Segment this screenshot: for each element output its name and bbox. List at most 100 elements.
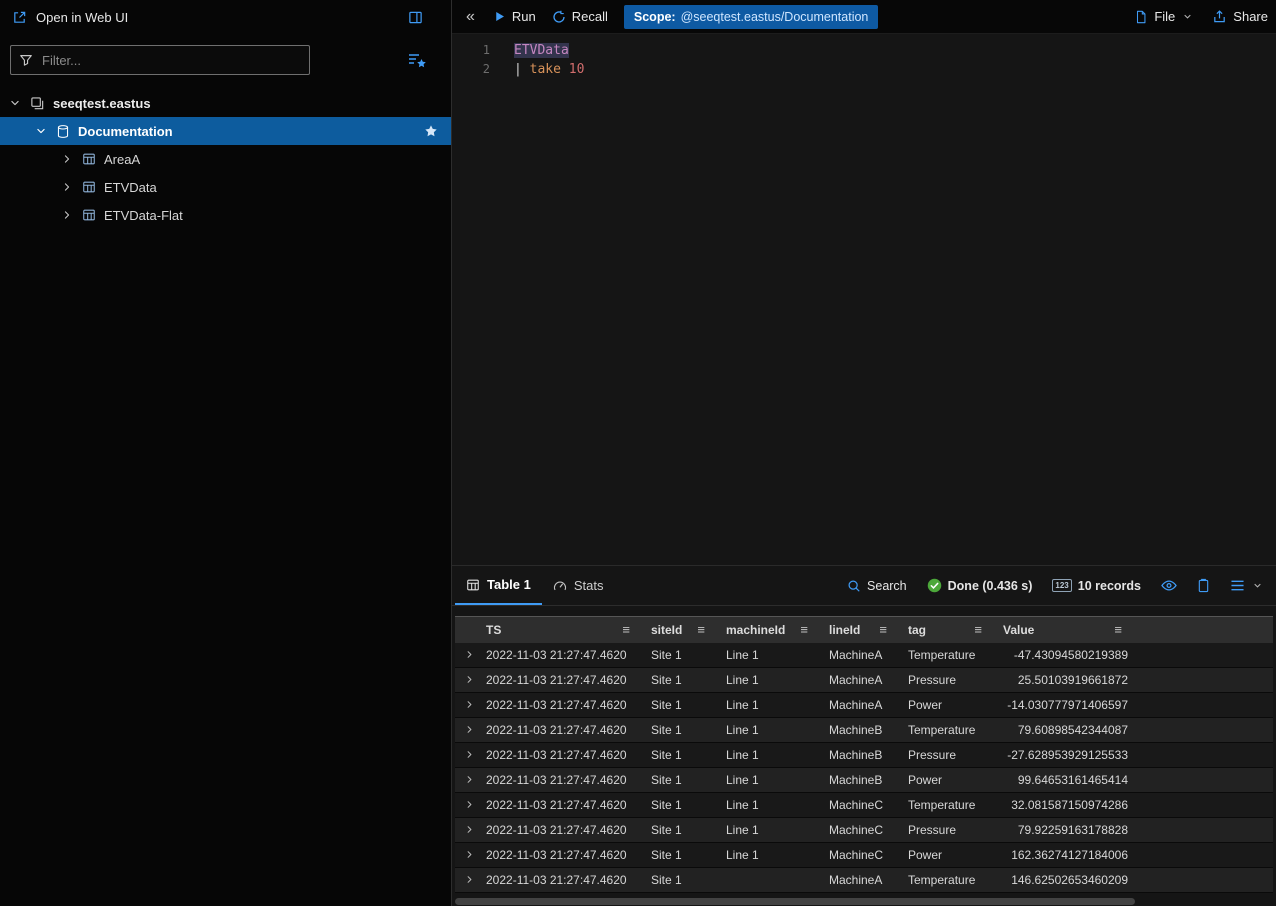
cell-value: 162.36274127184006 xyxy=(1000,843,1140,868)
chevron-right-icon[interactable] xyxy=(62,182,74,192)
column-menu-icon[interactable]: ≡ xyxy=(622,622,630,637)
results-grid: TS≡siteId≡machineId≡lineId≡tag≡Value≡ 20… xyxy=(455,616,1276,893)
scrollbar-thumb[interactable] xyxy=(455,898,1135,905)
row-filler xyxy=(1140,668,1273,693)
share-button[interactable]: Share xyxy=(1212,9,1268,24)
cell-machineid: Line 1 xyxy=(723,718,826,743)
chevron-right-icon[interactable] xyxy=(62,154,74,164)
results-panel: Table 1 Stats Search xyxy=(452,565,1276,906)
cell-tag: Power xyxy=(905,768,1000,793)
row-expand-icon[interactable] xyxy=(465,675,474,684)
recall-button[interactable]: Recall xyxy=(552,9,608,24)
chevron-right-icon[interactable] xyxy=(62,210,74,220)
column-header-value[interactable]: Value≡ xyxy=(1000,617,1140,643)
query-editor[interactable]: 1 ETVData 2 | take 10 xyxy=(452,34,1276,565)
column-header-tag[interactable]: tag≡ xyxy=(905,617,1000,643)
tree-tables: AreaA ETVData ETVData-Flat xyxy=(0,145,451,229)
open-external-icon xyxy=(12,10,27,25)
preview-eye-button[interactable] xyxy=(1161,579,1177,592)
open-in-web-ui-button[interactable]: Open in Web UI xyxy=(36,10,128,25)
column-menu-icon[interactable]: ≡ xyxy=(800,622,808,637)
play-icon xyxy=(493,10,506,23)
cell-lineid: MachineB xyxy=(826,768,905,793)
token-keyword: take xyxy=(530,62,569,77)
cell-value: -47.43094580219389 xyxy=(1000,643,1140,668)
file-menu-button[interactable]: File xyxy=(1134,9,1192,24)
row-expand-icon[interactable] xyxy=(465,800,474,809)
copy-clipboard-button[interactable] xyxy=(1197,578,1210,593)
column-header-machineid[interactable]: machineId≡ xyxy=(723,617,826,643)
token-number: 10 xyxy=(569,62,585,77)
tab-stats[interactable]: Stats xyxy=(542,566,615,605)
cluster-label: seeqtest.eastus xyxy=(53,96,151,111)
tree-item-table[interactable]: ETVData xyxy=(0,173,451,201)
cell-value: 79.92259163178828 xyxy=(1000,818,1140,843)
row-filler xyxy=(1140,768,1273,793)
chevron-down-icon xyxy=(1183,12,1192,21)
tree-item-database-selected[interactable]: Documentation xyxy=(0,117,451,145)
table-row[interactable]: 2022-11-03 21:27:47.4620 Site 1 Line 1 M… xyxy=(455,718,1273,743)
filter-input[interactable] xyxy=(40,52,301,69)
column-menu-icon[interactable]: ≡ xyxy=(879,622,887,637)
row-filler xyxy=(1140,868,1273,893)
cell-siteid: Site 1 xyxy=(648,768,723,793)
row-expand-cell xyxy=(455,868,483,893)
favorite-star-icon[interactable] xyxy=(424,124,438,138)
split-panel-icon[interactable] xyxy=(408,10,423,25)
row-expand-icon[interactable] xyxy=(465,750,474,759)
run-button[interactable]: Run xyxy=(493,9,536,24)
row-expand-icon[interactable] xyxy=(465,775,474,784)
table-row[interactable]: 2022-11-03 21:27:47.4620 Site 1 Line 1 M… xyxy=(455,693,1273,718)
search-button[interactable]: Search xyxy=(847,579,907,593)
connection-sidebar: Open in Web UI xyxy=(0,0,452,906)
cell-ts: 2022-11-03 21:27:47.4620 xyxy=(483,693,648,718)
column-menu-icon[interactable]: ≡ xyxy=(974,622,982,637)
row-expand-icon[interactable] xyxy=(465,650,474,659)
table-row[interactable]: 2022-11-03 21:27:47.4620 Site 1 Line 1 M… xyxy=(455,668,1273,693)
table-row[interactable]: 2022-11-03 21:27:47.4620 Site 1 Line 1 M… xyxy=(455,793,1273,818)
view-options-button[interactable] xyxy=(1230,579,1262,592)
row-expand-icon[interactable] xyxy=(465,700,474,709)
tree-item-label: ETVData-Flat xyxy=(104,208,183,223)
column-menu-icon[interactable]: ≡ xyxy=(697,622,705,637)
chevron-down-icon xyxy=(1253,581,1262,590)
cell-lineid: MachineC xyxy=(826,843,905,868)
table-row[interactable]: 2022-11-03 21:27:47.4620 Site 1 Line 1 M… xyxy=(455,843,1273,868)
gauge-icon xyxy=(553,579,567,593)
cell-lineid: MachineC xyxy=(826,793,905,818)
row-expand-icon[interactable] xyxy=(465,875,474,884)
scope-selector[interactable]: Scope: @seeqtest.eastus/Documentation xyxy=(624,5,878,29)
query-status: Done (0.436 s) xyxy=(927,578,1033,593)
column-header-lineid[interactable]: lineId≡ xyxy=(826,617,905,643)
column-header-siteid[interactable]: siteId≡ xyxy=(648,617,723,643)
tree-item-cluster[interactable]: seeqtest.eastus xyxy=(0,89,451,117)
table-row[interactable]: 2022-11-03 21:27:47.4620 Site 1 Line 1 M… xyxy=(455,768,1273,793)
column-menu-icon[interactable]: ≡ xyxy=(1114,622,1122,637)
cell-siteid: Site 1 xyxy=(648,693,723,718)
chevron-down-icon[interactable] xyxy=(10,98,22,108)
favorites-filter-icon[interactable] xyxy=(407,51,427,69)
table-row[interactable]: 2022-11-03 21:27:47.4620 Site 1 Line 1 M… xyxy=(455,818,1273,843)
table-row[interactable]: 2022-11-03 21:27:47.4620 Site 1 Line 1 M… xyxy=(455,643,1273,668)
row-expand-icon[interactable] xyxy=(465,825,474,834)
cell-machineid: Line 1 xyxy=(723,743,826,768)
funnel-icon xyxy=(19,53,33,67)
row-expand-icon[interactable] xyxy=(465,850,474,859)
cell-tag: Temperature xyxy=(905,868,1000,893)
tree-item-table[interactable]: ETVData-Flat xyxy=(0,201,451,229)
row-expand-cell xyxy=(455,668,483,693)
cell-ts: 2022-11-03 21:27:47.4620 xyxy=(483,718,648,743)
app-root: Open in Web UI xyxy=(0,0,1276,906)
column-header-ts[interactable]: TS≡ xyxy=(483,617,648,643)
row-filler xyxy=(1140,843,1273,868)
table-icon xyxy=(82,208,96,222)
tree-item-table[interactable]: AreaA xyxy=(0,145,451,173)
chevron-down-icon[interactable] xyxy=(36,126,48,136)
collapse-panel-button[interactable]: « xyxy=(466,9,475,25)
tab-table-1[interactable]: Table 1 xyxy=(455,566,542,605)
row-expand-icon[interactable] xyxy=(465,725,474,734)
token-pipe: | xyxy=(514,62,530,77)
scope-label: Scope: xyxy=(634,10,676,24)
table-row[interactable]: 2022-11-03 21:27:47.4620 Site 1 Line 1 M… xyxy=(455,743,1273,768)
table-row[interactable]: 2022-11-03 21:27:47.4620 Site 1 MachineA… xyxy=(455,868,1273,893)
